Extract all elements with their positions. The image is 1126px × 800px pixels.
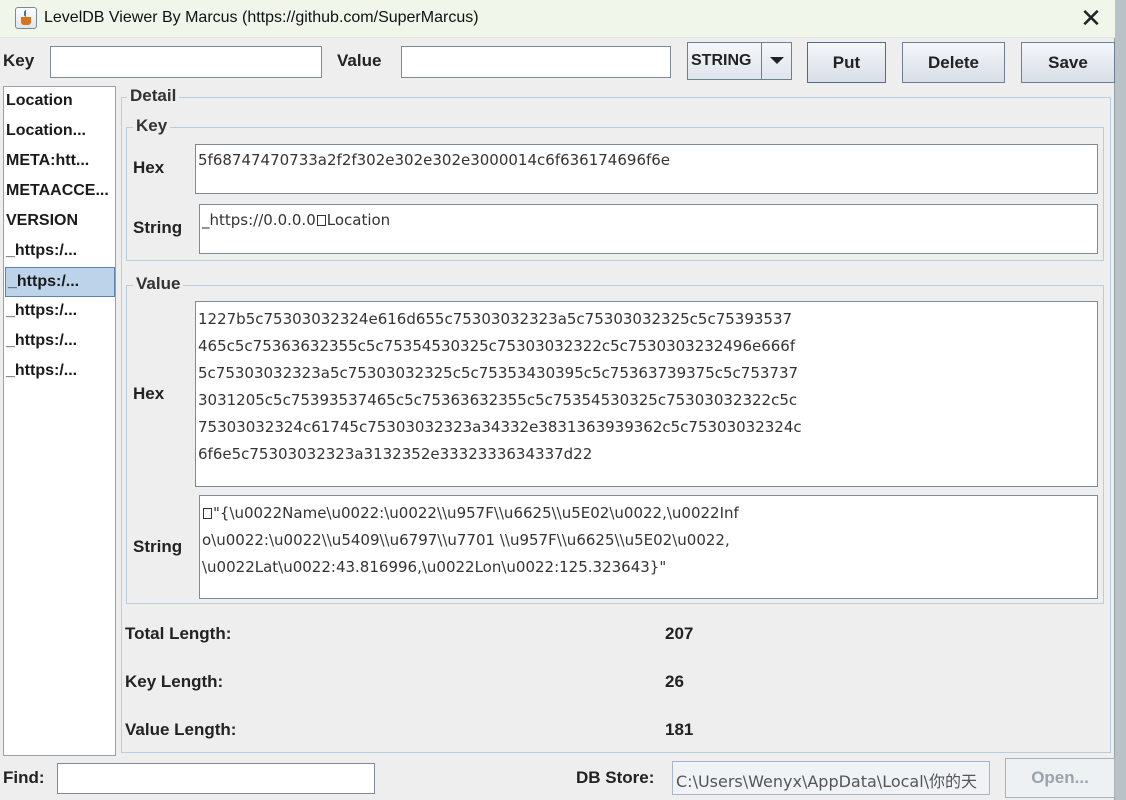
detail-title: Detail [127,86,180,106]
list-item[interactable]: _https:/... [4,237,115,267]
value-hex-line: 465c5c75363632355c5c75354530325c75303032… [198,337,796,355]
list-item[interactable]: VERSION [4,207,115,237]
type-select-value: STRING [691,52,752,69]
value-length-value: 181 [665,720,694,739]
key-string-label: String [133,218,183,237]
keys-list[interactable]: Location Location... META:htt... METAACC… [3,86,116,756]
list-item[interactable]: Location [4,87,115,117]
close-button[interactable]: ✕ [1076,4,1106,34]
java-coffee-cup-icon [15,7,37,29]
db-store-label: DB Store: [576,768,655,787]
value-string-label: String [133,537,183,556]
key-input[interactable] [50,46,322,78]
key-group-title: Key [133,116,171,136]
value-group-title: Value [133,274,184,294]
value-input[interactable] [401,46,671,78]
list-item-selected[interactable]: _https:/... [5,267,115,297]
save-button[interactable]: Save [1021,42,1115,83]
key-label: Key [3,51,35,70]
total-length-value: 207 [665,624,694,643]
key-length-label: Key Length: [125,672,224,691]
key-length-value: 26 [665,672,684,691]
list-item[interactable]: _https:/... [4,327,115,357]
value-hex-line: 5c75303032323a5c75303032325c5c7535343039… [198,364,799,382]
find-label: Find: [3,768,45,787]
title-bar: LevelDB Viewer By Marcus (https://github… [0,0,1115,38]
window-title: LevelDB Viewer By Marcus (https://github… [44,9,479,26]
list-item[interactable]: _https:/... [4,297,115,327]
key-hex-text: 5f68747470733a2f2f302e302e302e3000014c6f… [198,151,671,169]
type-select[interactable]: STRING [687,42,792,80]
main-window: LevelDB Viewer By Marcus (https://github… [0,0,1115,800]
delete-button[interactable]: Delete [902,42,1005,83]
control-char-box [316,215,326,226]
find-input[interactable] [57,763,375,794]
value-hex-line: 6f6e5c75303032323a3132352e3332333634337d… [198,445,593,463]
value-hex-textarea[interactable]: 1227b5c75303032324e616d655c75303032323a5… [195,301,1098,487]
key-string-prefix: _https://0.0.0.0 [202,211,316,229]
total-length-label: Total Length: [125,624,232,643]
value-hex-line: 75303032324c61745c75303032323a34332e3831… [198,418,802,436]
value-string-textarea[interactable]: "{\u0022Name\u0022:\u0022\\u957F\\u6625\… [199,495,1098,599]
value-hex-line: 1227b5c75303032324e616d655c75303032323a5… [198,310,793,328]
value-hex-line: 3031205c5c75393537465c5c75363632355c5c75… [198,391,798,409]
list-item[interactable]: _https:/... [4,357,115,387]
value-label: Value [337,51,382,70]
value-length-label: Value Length: [125,720,237,739]
key-string-textarea[interactable]: _https://0.0.0.0 Location [199,204,1098,254]
db-store-path-field[interactable]: C:\Users\Wenyx\AppData\Local\你的天 [672,761,990,795]
value-string-line: \u0022Lat\u0022:43.816996,\u0022Lon\u002… [202,558,667,576]
value-string-line: o\u0022:\u0022\\u5409\\u6797\\u7701 \\u9… [202,531,730,549]
control-char-box [203,508,212,519]
key-string-suffix: Location [326,211,391,229]
list-item[interactable]: Location... [4,117,115,147]
key-hex-label: Hex [133,158,165,177]
put-button[interactable]: Put [807,42,886,83]
list-item[interactable]: META:htt... [4,147,115,177]
list-item[interactable]: METAACCE... [4,177,115,207]
open-button[interactable]: Open... [1005,758,1115,798]
key-hex-textarea[interactable]: 5f68747470733a2f2f302e302e302e3000014c6f… [195,144,1098,194]
value-hex-label: Hex [133,384,165,403]
chevron-down-icon[interactable] [761,43,791,79]
value-string-line: "{\u0022Name\u0022:\u0022\\u957F\\u6625\… [213,504,739,522]
